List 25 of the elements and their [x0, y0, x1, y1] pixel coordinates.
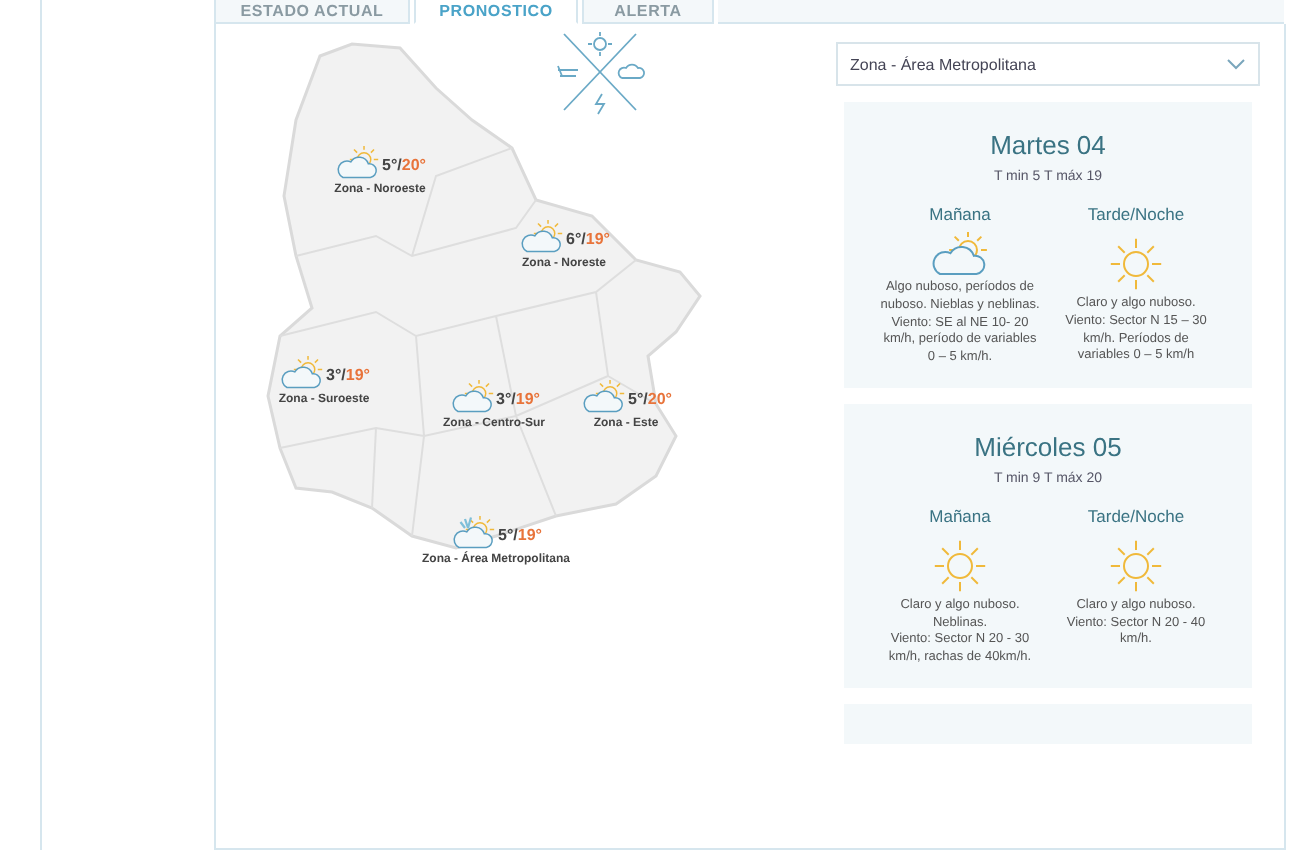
temperature: 3°/19°	[326, 365, 370, 383]
temperature: 6°/19°	[566, 229, 610, 247]
zone-select[interactable]: Zona - Área Metropolitana	[836, 42, 1260, 86]
day-title: Martes 04	[990, 130, 1106, 160]
partly-cloudy-icon	[448, 380, 496, 416]
partly-cloudy-icon	[278, 356, 326, 392]
tab[interactable]: ESTADO ACTUAL	[214, 0, 410, 24]
sun-cloud-rain-icon	[450, 516, 498, 552]
period-label: Tarde/Noche	[1087, 505, 1185, 526]
temperature: 5°/20°	[382, 155, 426, 173]
temperature: 5°/20°	[628, 389, 672, 407]
period-label: Mañana	[929, 505, 991, 526]
weather-legend-icon	[552, 26, 648, 118]
temperature: 3°/19°	[496, 389, 540, 407]
tab[interactable]: ALERTA	[582, 0, 714, 24]
period-label: Mañana	[929, 204, 991, 224]
partly-cloudy-icon	[928, 232, 992, 280]
chevron-down-icon	[1226, 58, 1246, 70]
tab[interactable]: PRONOSTICO	[414, 0, 578, 24]
partly-cloudy-icon	[518, 220, 566, 256]
temperature: 5°/19°	[498, 525, 542, 543]
partly-cloudy-icon	[580, 380, 628, 416]
day-title: Miércoles 05	[974, 431, 1122, 462]
partly-cloudy-icon	[334, 146, 382, 182]
period-label: Tarde/Noche	[1087, 204, 1185, 224]
